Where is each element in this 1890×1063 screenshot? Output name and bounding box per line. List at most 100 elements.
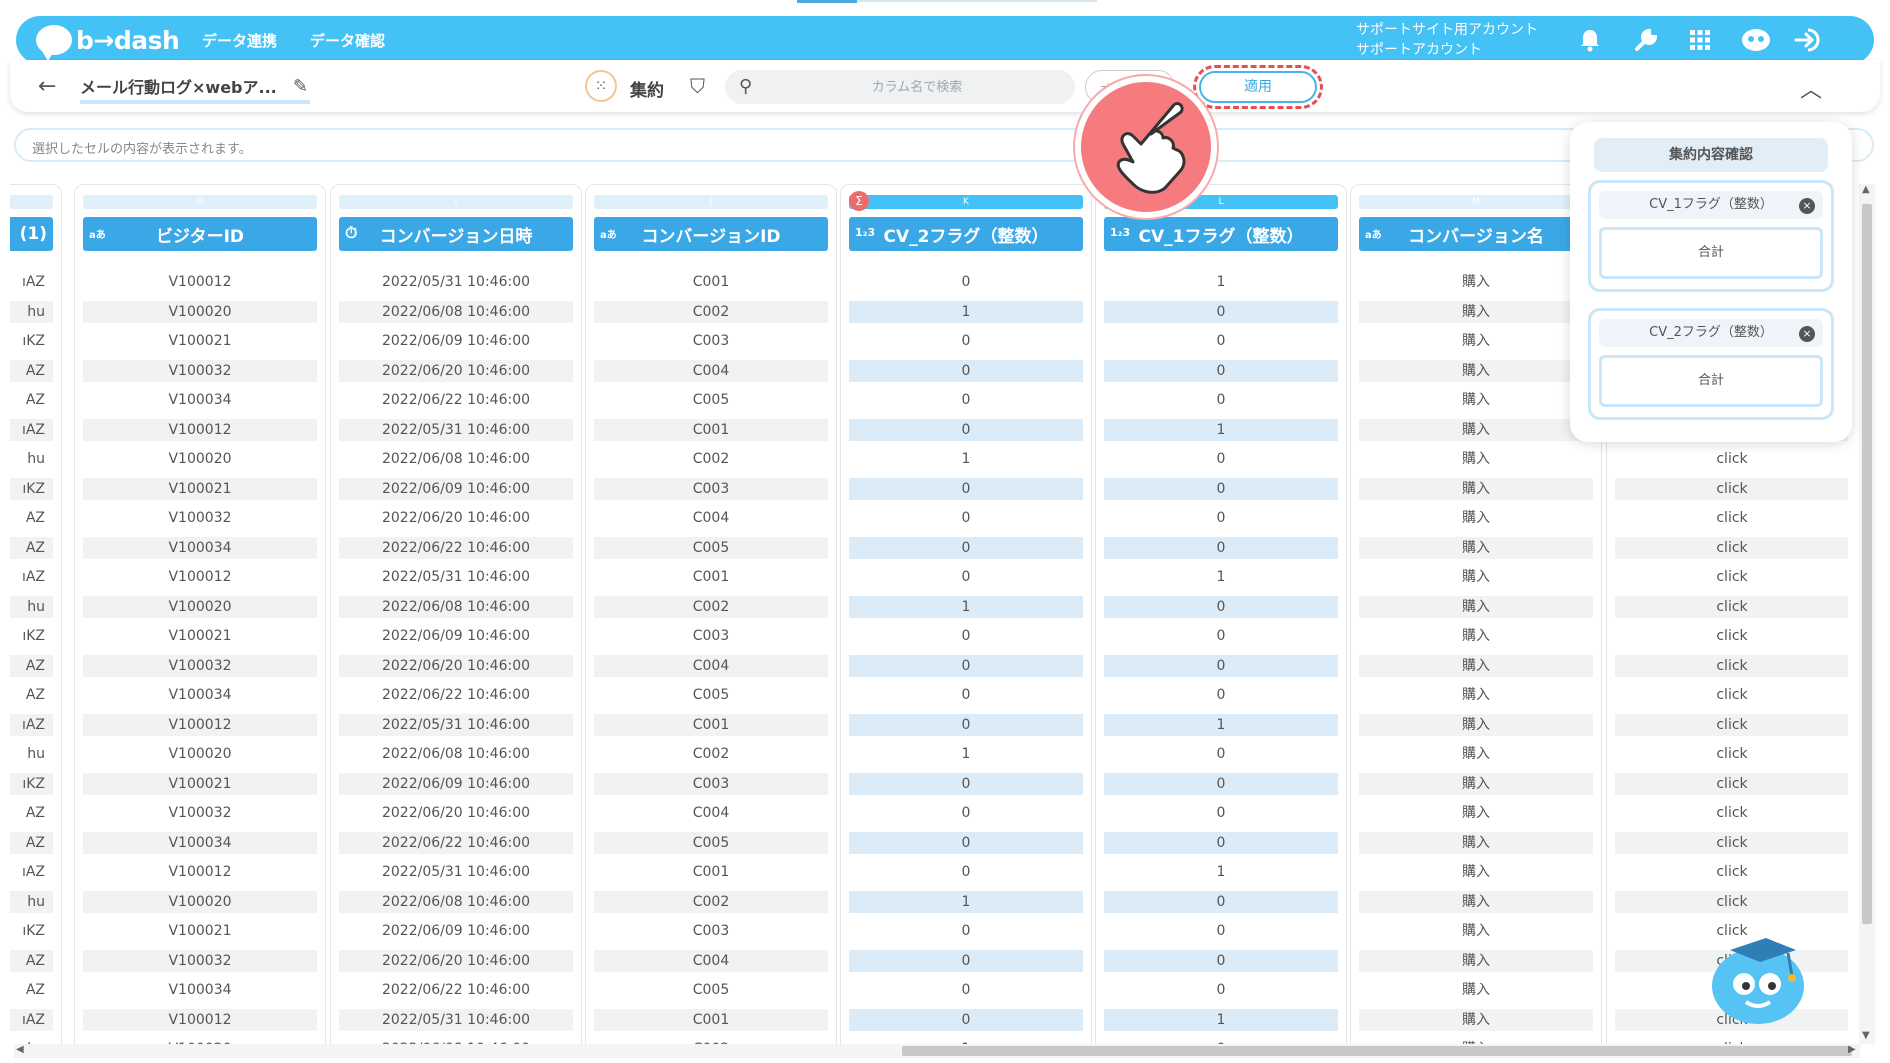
table-cell[interactable]: C002 — [594, 595, 828, 618]
table-cell[interactable]: V100032 — [83, 507, 317, 529]
table-cell[interactable]: V100032 — [83, 802, 317, 824]
table-cell[interactable]: AZ — [10, 536, 53, 559]
table-cell[interactable]: C001 — [594, 713, 828, 736]
column-letter[interactable] — [10, 195, 53, 209]
table-cell[interactable]: 0 — [849, 418, 1083, 441]
table-cell[interactable]: 0 — [1104, 625, 1338, 647]
table-cell[interactable]: 0 — [849, 861, 1083, 883]
table-cell[interactable]: V100020 — [83, 448, 317, 470]
table-cell[interactable]: AZ — [10, 684, 53, 706]
nav-data-integration[interactable]: データ連携 — [202, 30, 277, 51]
table-cell[interactable]: 0 — [1104, 831, 1338, 854]
vertical-scrollbar[interactable]: ▲ ▼ — [1859, 184, 1875, 1044]
table-cell[interactable]: 購入 — [1359, 389, 1593, 411]
chevron-up-icon[interactable]: ︿ — [1800, 72, 1822, 104]
table-cell[interactable]: 0 — [849, 949, 1083, 972]
table-cell[interactable]: 購入 — [1359, 861, 1593, 883]
table-cell[interactable]: C002 — [594, 743, 828, 765]
column-letter[interactable]: J — [594, 195, 828, 209]
table-cell[interactable]: 0 — [1104, 684, 1338, 706]
table-cell[interactable]: ıAZ — [10, 861, 53, 883]
table-cell[interactable]: C005 — [594, 831, 828, 854]
table-cell[interactable]: V100020 — [83, 890, 317, 913]
table-cell[interactable]: hu — [10, 300, 53, 323]
table-cell[interactable]: 2022/06/09 10:46:00 — [339, 772, 573, 795]
aggregate-label[interactable]: 集約 — [630, 76, 664, 101]
table-cell[interactable]: V100034 — [83, 831, 317, 854]
nav-data-check[interactable]: データ確認 — [310, 30, 385, 51]
vertical-scroll-thumb[interactable] — [1862, 204, 1872, 924]
table-cell[interactable]: C004 — [594, 507, 828, 529]
table-cell[interactable]: hu — [10, 743, 53, 765]
table-cell[interactable]: 2022/06/20 10:46:00 — [339, 359, 573, 382]
table-cell[interactable]: 0 — [1104, 595, 1338, 618]
table-cell[interactable]: V100032 — [83, 949, 317, 972]
close-icon[interactable]: × — [1799, 198, 1815, 214]
table-cell[interactable]: 0 — [849, 507, 1083, 529]
table-cell[interactable]: ıKZ — [10, 477, 53, 500]
table-cell[interactable]: 1 — [1104, 418, 1338, 441]
table-cell[interactable]: 購入 — [1359, 949, 1593, 972]
support-bot-icon[interactable] — [1738, 26, 1774, 54]
table-cell[interactable]: AZ — [10, 802, 53, 824]
table-cell[interactable]: 2022/06/22 10:46:00 — [339, 389, 573, 411]
table-cell[interactable]: 2022/06/20 10:46:00 — [339, 507, 573, 529]
bdash-logo[interactable]: b→dash — [36, 23, 180, 61]
table-cell[interactable]: 1 — [849, 890, 1083, 913]
table-cell[interactable]: C005 — [594, 684, 828, 706]
table-cell[interactable]: 2022/06/08 10:46:00 — [339, 743, 573, 765]
table-cell[interactable]: 2022/06/08 10:46:00 — [339, 890, 573, 913]
table-cell[interactable]: C002 — [594, 448, 828, 470]
table-cell[interactable]: 2022/06/20 10:46:00 — [339, 802, 573, 824]
table-cell[interactable]: 購入 — [1359, 418, 1593, 441]
table-cell[interactable]: 2022/06/09 10:46:00 — [339, 330, 573, 352]
shield-icon[interactable]: ⛉ — [690, 74, 705, 98]
table-cell[interactable]: click — [1615, 477, 1848, 500]
table-cell[interactable]: 2022/05/31 10:46:00 — [339, 861, 573, 883]
wrench-icon[interactable] — [1632, 26, 1660, 54]
table-cell[interactable]: 1 — [849, 300, 1083, 323]
table-cell[interactable]: 0 — [849, 1008, 1083, 1031]
table-cell[interactable]: 2022/06/09 10:46:00 — [339, 477, 573, 500]
table-cell[interactable]: 0 — [1104, 389, 1338, 411]
table-cell[interactable]: 購入 — [1359, 831, 1593, 854]
table-cell[interactable]: C001 — [594, 271, 828, 293]
column-header[interactable]: aあ コンバージョン名 — [1359, 217, 1593, 251]
table-cell[interactable]: click — [1615, 802, 1848, 824]
table-cell[interactable]: click — [1615, 536, 1848, 559]
table-cell[interactable]: 購入 — [1359, 300, 1593, 323]
table-cell[interactable]: V100012 — [83, 271, 317, 293]
table-cell[interactable]: V100034 — [83, 684, 317, 706]
table-cell[interactable]: 購入 — [1359, 684, 1593, 706]
table-cell[interactable]: click — [1615, 448, 1848, 470]
table-cell[interactable]: 2022/05/31 10:46:00 — [339, 566, 573, 588]
table-cell[interactable]: C003 — [594, 625, 828, 647]
table-cell[interactable]: 1 — [849, 743, 1083, 765]
table-cell[interactable]: 2022/06/22 10:46:00 — [339, 831, 573, 854]
table-cell[interactable]: 2022/05/31 10:46:00 — [339, 418, 573, 441]
table-cell[interactable]: click — [1615, 772, 1848, 795]
column-search-input[interactable] — [769, 70, 1065, 104]
table-cell[interactable]: C001 — [594, 1008, 828, 1031]
table-cell[interactable]: V100021 — [83, 330, 317, 352]
table-cell[interactable]: 2022/06/08 10:46:00 — [339, 448, 573, 470]
column-header[interactable]: aあ ビジターID — [83, 217, 317, 251]
table-cell[interactable]: 2022/06/08 10:46:00 — [339, 300, 573, 323]
table-cell[interactable]: AZ — [10, 949, 53, 972]
table-cell[interactable]: C003 — [594, 772, 828, 795]
table-cell[interactable]: 購入 — [1359, 448, 1593, 470]
table-cell[interactable]: 1 — [1104, 1008, 1338, 1031]
table-cell[interactable]: 購入 — [1359, 743, 1593, 765]
table-cell[interactable]: AZ — [10, 979, 53, 1001]
table-cell[interactable]: 1 — [1104, 861, 1338, 883]
table-cell[interactable]: C002 — [594, 300, 828, 323]
table-cell[interactable]: C004 — [594, 654, 828, 677]
table-cell[interactable]: 購入 — [1359, 772, 1593, 795]
table-cell[interactable]: 0 — [849, 330, 1083, 352]
table-cell[interactable]: 1 — [1104, 566, 1338, 588]
table-cell[interactable]: 0 — [1104, 979, 1338, 1001]
table-cell[interactable]: 0 — [849, 625, 1083, 647]
table-cell[interactable]: 0 — [849, 359, 1083, 382]
table-cell[interactable]: click — [1615, 684, 1848, 706]
scroll-up-arrow-icon[interactable]: ▲ — [1862, 184, 1870, 195]
